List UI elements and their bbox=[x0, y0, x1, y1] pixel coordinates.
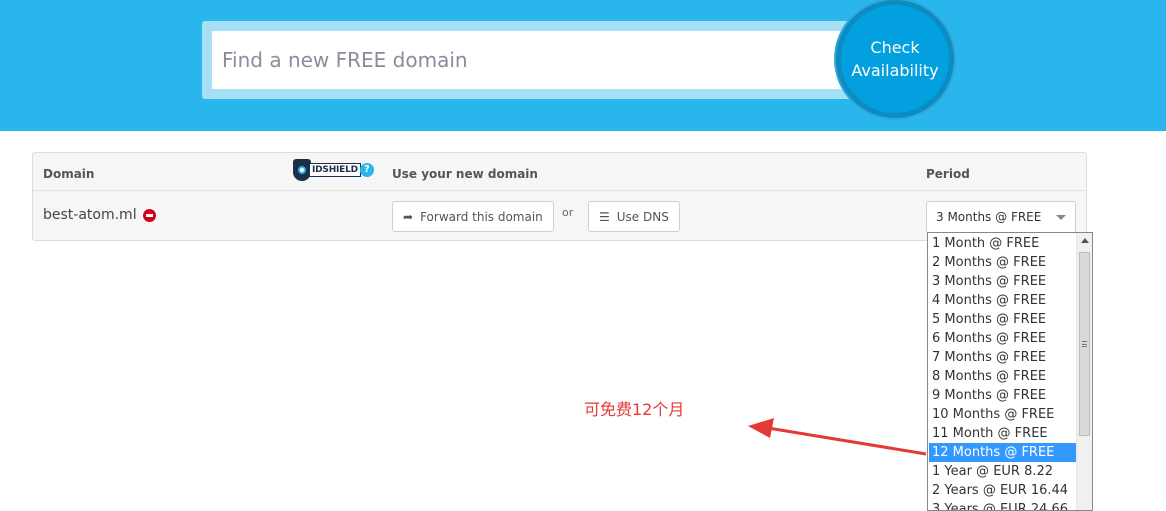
annotation-arrow bbox=[748, 418, 927, 456]
